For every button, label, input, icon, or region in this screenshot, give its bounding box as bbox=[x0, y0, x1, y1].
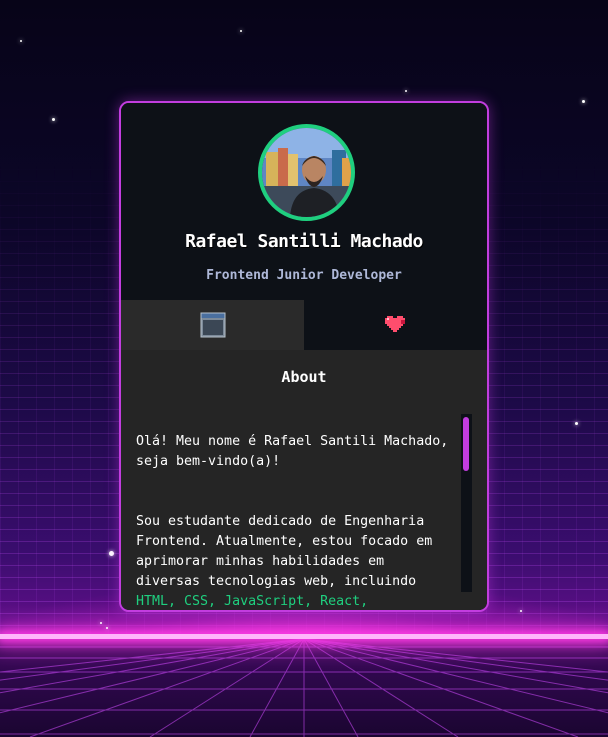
about-greeting: Olá! Meu nome é Rafael Santili Machado, … bbox=[136, 434, 449, 469]
scrollbar-thumb[interactable] bbox=[463, 417, 469, 471]
star bbox=[575, 422, 578, 425]
profile-header: Rafael Santilli Machado Frontend Junior … bbox=[121, 103, 487, 300]
tab-favorites[interactable] bbox=[304, 300, 487, 350]
horizon-line bbox=[0, 634, 608, 639]
star bbox=[240, 30, 242, 32]
about-body: Sou estudante dedicado de Engenharia Fro… bbox=[136, 514, 433, 589]
star bbox=[109, 551, 114, 556]
star bbox=[52, 118, 55, 121]
tab-bar bbox=[121, 300, 487, 350]
about-panel: About Olá! Meu nome é Rafael Santili Mac… bbox=[121, 350, 487, 610]
window-icon bbox=[200, 312, 225, 338]
star bbox=[106, 627, 108, 629]
about-text: Olá! Meu nome é Rafael Santili Machado, … bbox=[136, 412, 451, 610]
star bbox=[405, 90, 407, 92]
about-scrollbar[interactable] bbox=[461, 414, 472, 592]
star bbox=[20, 40, 22, 42]
profile-name: Rafael Santilli Machado bbox=[185, 231, 423, 252]
about-title: About bbox=[281, 368, 327, 386]
grid-floor bbox=[0, 639, 608, 737]
heart-icon bbox=[384, 316, 405, 332]
profile-role: Frontend Junior Developer bbox=[206, 268, 402, 283]
star bbox=[520, 610, 522, 612]
avatar bbox=[258, 124, 355, 221]
tab-about[interactable] bbox=[121, 300, 304, 350]
star bbox=[100, 622, 102, 624]
star bbox=[582, 100, 585, 103]
profile-card: Rafael Santilli Machado Frontend Junior … bbox=[119, 101, 489, 612]
about-tech-stack: HTML, CSS, JavaScript, React, TypeScript… bbox=[136, 594, 369, 609]
profile-photo-image bbox=[262, 128, 351, 217]
